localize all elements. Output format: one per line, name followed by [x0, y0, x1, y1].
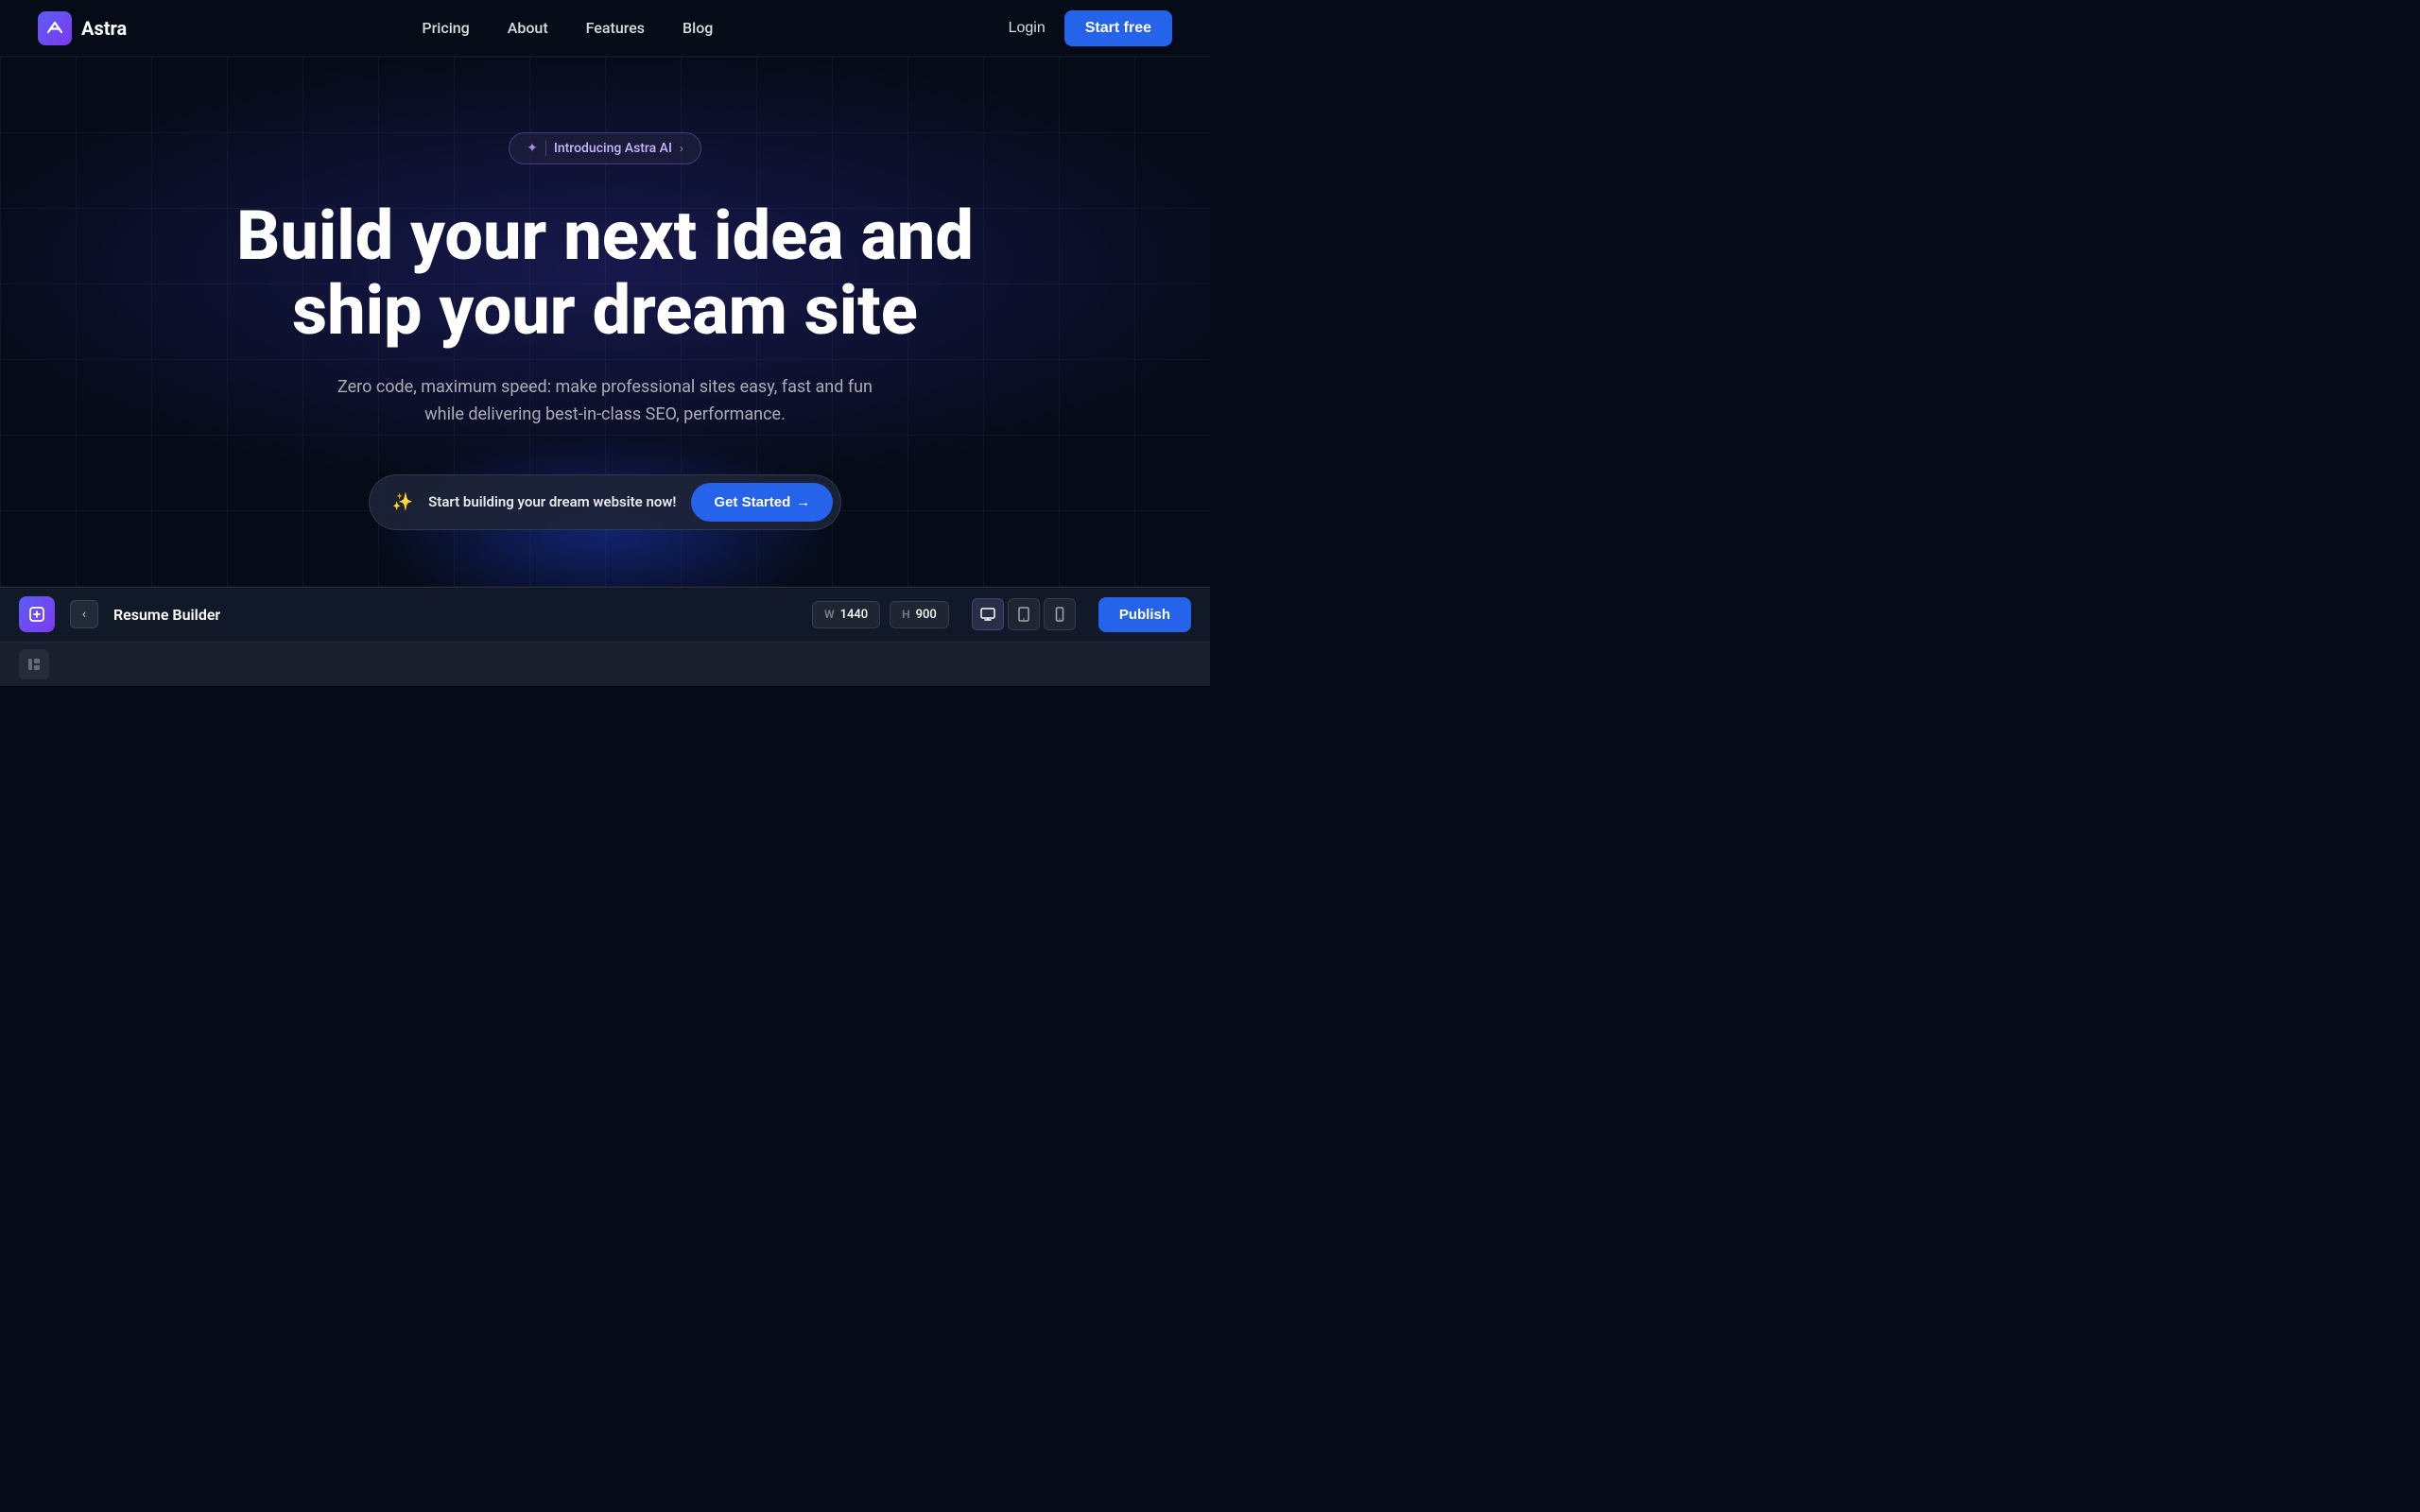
builder-content	[0, 643, 1210, 686]
nav-about[interactable]: About	[508, 19, 548, 37]
height-field[interactable]: H 900	[890, 601, 949, 628]
height-label: H	[902, 608, 910, 621]
hero-title-line1: Build your next idea and	[236, 196, 974, 276]
get-started-arrow-icon: →	[796, 494, 810, 510]
device-desktop-button[interactable]	[972, 598, 1004, 630]
height-value: 900	[916, 608, 937, 622]
nav-features[interactable]: Features	[586, 19, 645, 37]
hero-subtitle: Zero code, maximum speed: make professio…	[321, 374, 889, 429]
width-label: W	[824, 608, 835, 621]
badge-chevron-icon: ›	[680, 142, 683, 156]
builder-title: Resume Builder	[113, 606, 797, 624]
device-mobile-button[interactable]	[1044, 598, 1076, 630]
device-buttons	[972, 598, 1076, 630]
brand-name: Astra	[81, 17, 127, 40]
navbar: Astra Pricing About Features Blog Login …	[0, 0, 1210, 57]
badge-sparkle-icon: ✦	[527, 141, 538, 156]
badge-divider	[545, 141, 546, 156]
hero-cta-text: Start building your dream website now!	[428, 493, 676, 510]
login-button[interactable]: Login	[1009, 20, 1046, 37]
get-started-label: Get Started	[714, 494, 790, 510]
start-free-button[interactable]: Start free	[1064, 10, 1172, 46]
back-chevron-icon: ‹	[82, 607, 86, 622]
nav-links: Pricing About Features Blog	[422, 19, 713, 37]
get-started-button[interactable]: Get Started →	[691, 483, 833, 522]
hero-title-line2: ship your dream site	[292, 270, 918, 351]
builder-app-icon	[19, 596, 55, 632]
width-value: 1440	[840, 608, 869, 622]
publish-button[interactable]: Publish	[1098, 597, 1191, 632]
builder-toolbar: ‹ Resume Builder W 1440 H 900	[0, 588, 1210, 643]
nav-right: Login Start free	[1009, 10, 1172, 46]
hero-cta-bar: ✨ Start building your dream website now!…	[369, 474, 842, 530]
builder-dimensions: W 1440 H 900	[812, 601, 949, 628]
builder-panel: ‹ Resume Builder W 1440 H 900	[0, 587, 1210, 686]
hero-title: Build your next idea and ship your dream…	[180, 198, 1030, 348]
cta-sparkle-icon: ✨	[392, 492, 413, 512]
nav-pricing[interactable]: Pricing	[422, 19, 469, 37]
hero-section: ✦ Introducing Astra AI › Build your next…	[0, 57, 1210, 587]
builder-back-button[interactable]: ‹	[70, 600, 98, 628]
logo[interactable]: Astra	[38, 11, 127, 45]
logo-icon	[38, 11, 72, 45]
hero-badge[interactable]: ✦ Introducing Astra AI ›	[509, 132, 701, 164]
badge-text: Introducing Astra AI	[554, 141, 672, 156]
builder-sidebar-icon	[19, 649, 49, 679]
device-tablet-button[interactable]	[1008, 598, 1040, 630]
nav-blog[interactable]: Blog	[683, 19, 713, 37]
width-field[interactable]: W 1440	[812, 601, 880, 628]
